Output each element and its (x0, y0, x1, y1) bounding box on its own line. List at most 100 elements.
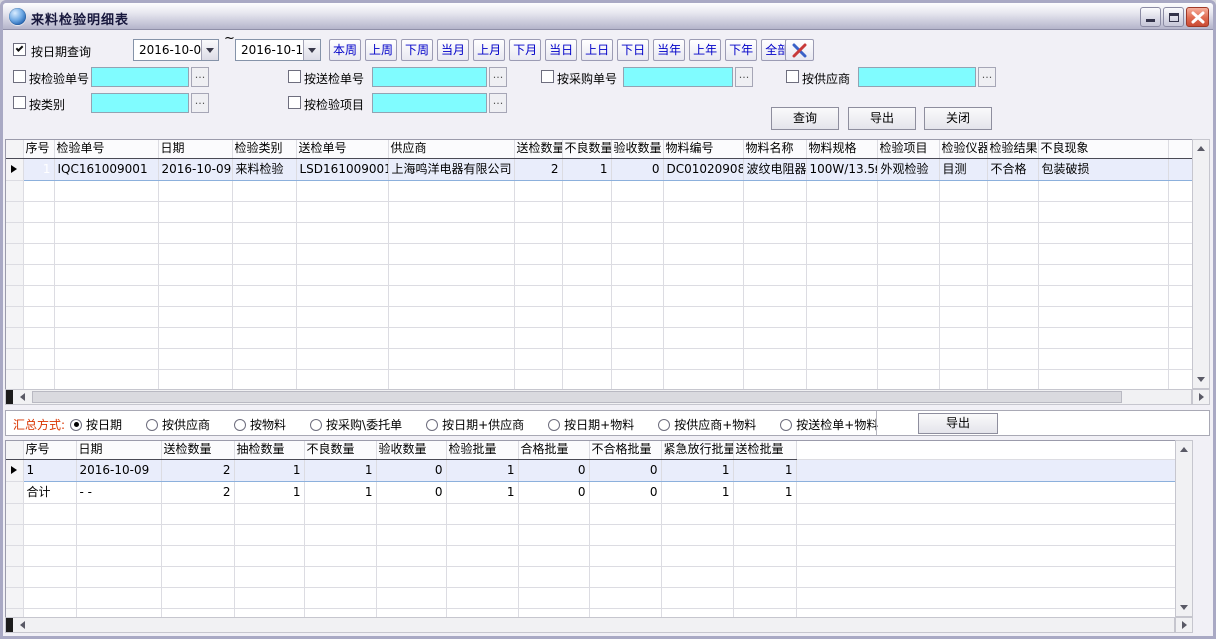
table-cell[interactable]: 2016-10-09 (158, 158, 232, 180)
table-cell[interactable]: 0 (518, 459, 589, 481)
column-header[interactable]: 送检批量 (733, 441, 796, 459)
table-cell[interactable]: 1 (234, 481, 304, 503)
summary-export-button[interactable]: 导出 (918, 413, 998, 434)
export-button[interactable]: 导出 (848, 107, 916, 130)
inspection-item-input[interactable] (372, 93, 487, 113)
splitter-handle[interactable] (6, 618, 13, 632)
column-header[interactable]: 检验结果 (987, 140, 1038, 158)
table-cell[interactable]: 1 (23, 158, 54, 180)
table-cell[interactable]: 目测 (939, 158, 987, 180)
column-header[interactable]: 物料名称 (743, 140, 806, 158)
column-header[interactable]: 检验项目 (877, 140, 939, 158)
column-header[interactable]: 送检数量 (514, 140, 562, 158)
column-header[interactable]: 供应商 (388, 140, 514, 158)
radio-icon[interactable] (426, 419, 438, 431)
radio-icon[interactable] (658, 419, 670, 431)
table-cell[interactable]: 1 (661, 459, 733, 481)
main-table-vscrollbar[interactable] (1192, 139, 1210, 389)
delivery-no-input[interactable] (372, 67, 487, 87)
period-button-5[interactable]: 上月 (473, 39, 505, 61)
purchase-no-browse-button[interactable]: ... (735, 67, 753, 87)
date-tools-button[interactable] (785, 39, 814, 61)
table-cell[interactable]: 外观检验 (877, 158, 939, 180)
column-header[interactable]: 合格批量 (518, 441, 589, 459)
supplier-checkbox[interactable] (786, 70, 799, 83)
table-cell[interactable]: 2 (514, 158, 562, 180)
period-button-11[interactable]: 上年 (689, 39, 721, 61)
column-header[interactable]: 验收数量 (611, 140, 663, 158)
column-header[interactable]: 日期 (76, 441, 161, 459)
table-cell[interactable]: 1 (446, 459, 518, 481)
summary-table-hscrollbar[interactable] (5, 617, 1175, 633)
table-cell[interactable]: 1 (733, 481, 796, 503)
summary-option-4[interactable]: 按采购\委托单 (310, 416, 402, 433)
column-header[interactable]: 不良数量 (562, 140, 611, 158)
column-header[interactable]: 验收数量 (376, 441, 446, 459)
close-form-button[interactable]: 关闭 (924, 107, 992, 130)
inspection-item-checkbox[interactable] (288, 96, 301, 109)
table-cell[interactable]: 0 (518, 481, 589, 503)
period-button-9[interactable]: 下日 (617, 39, 649, 61)
column-header[interactable]: 紧急放行批量 (661, 441, 733, 459)
table-cell[interactable]: 1 (23, 459, 76, 481)
period-button-7[interactable]: 当日 (545, 39, 577, 61)
scroll-thumb[interactable] (32, 391, 1122, 403)
column-header[interactable]: 抽检数量 (234, 441, 304, 459)
column-header[interactable]: 物料编号 (663, 140, 743, 158)
minimize-button[interactable] (1140, 7, 1161, 27)
dropdown-arrow-icon[interactable] (303, 40, 320, 60)
column-header[interactable]: 送检数量 (161, 441, 234, 459)
table-cell[interactable]: DC01020908 (663, 158, 743, 180)
table-cell[interactable]: 0 (376, 481, 446, 503)
scroll-down-button[interactable] (1194, 372, 1208, 387)
table-cell[interactable]: LSD161009001 (296, 158, 388, 180)
column-header[interactable]: 不良数量 (304, 441, 376, 459)
delivery-no-browse-button[interactable]: ... (489, 67, 507, 87)
date-from-combo[interactable]: 2016-10-01 (133, 39, 219, 61)
column-header[interactable]: 不合格批量 (589, 441, 661, 459)
table-cell[interactable]: 0 (589, 459, 661, 481)
maximize-button[interactable] (1163, 7, 1184, 27)
table-cell[interactable]: 1 (304, 459, 376, 481)
table-cell[interactable]: 来料检验 (232, 158, 296, 180)
radio-icon[interactable] (234, 419, 246, 431)
summary-option-8[interactable]: 按送检单+物料 (780, 416, 878, 433)
table-cell[interactable]: - - (76, 481, 161, 503)
summary-option-6[interactable]: 按日期+物料 (548, 416, 634, 433)
period-button-10[interactable]: 当年 (653, 39, 685, 61)
scroll-right-button[interactable] (1192, 389, 1210, 405)
summary-option-5[interactable]: 按日期+供应商 (426, 416, 524, 433)
radio-icon[interactable] (780, 419, 792, 431)
table-cell[interactable]: 0 (589, 481, 661, 503)
period-button-4[interactable]: 当月 (437, 39, 469, 61)
date-filter-checkbox[interactable] (13, 43, 26, 56)
table-cell[interactable]: 合计 (23, 481, 76, 503)
column-header[interactable]: 序号 (23, 140, 54, 158)
table-cell[interactable]: 包装破损 (1038, 158, 1168, 180)
radio-selected-icon[interactable] (70, 419, 82, 431)
table-cell[interactable]: 1 (304, 481, 376, 503)
main-table-hscrollbar[interactable] (5, 389, 1192, 405)
table-cell[interactable]: 上海鸣洋电器有限公司 (388, 158, 514, 180)
summary-option-2[interactable]: 按供应商 (146, 416, 210, 433)
table-cell[interactable]: 0 (611, 158, 663, 180)
column-header[interactable]: 检验批量 (446, 441, 518, 459)
delivery-no-checkbox[interactable] (288, 70, 301, 83)
period-button-8[interactable]: 上日 (581, 39, 613, 61)
scroll-up-button[interactable] (1177, 442, 1191, 457)
scroll-right-button[interactable] (1175, 617, 1193, 633)
table-cell[interactable]: 不合格 (987, 158, 1038, 180)
column-header[interactable]: 不良现象 (1038, 140, 1168, 158)
column-header[interactable]: 检验类别 (232, 140, 296, 158)
table-cell[interactable]: 1 (562, 158, 611, 180)
table-cell[interactable]: IQC161009001 (54, 158, 158, 180)
column-header[interactable]: 送检单号 (296, 140, 388, 158)
period-button-12[interactable]: 下年 (725, 39, 757, 61)
table-cell[interactable]: 2016-10-09 (76, 459, 161, 481)
table-cell[interactable]: 2 (161, 481, 234, 503)
period-button-3[interactable]: 下周 (401, 39, 433, 61)
purchase-no-checkbox[interactable] (541, 70, 554, 83)
column-header[interactable]: 序号 (23, 441, 76, 459)
scroll-down-button[interactable] (1177, 600, 1191, 615)
table-cell[interactable]: 1 (234, 459, 304, 481)
